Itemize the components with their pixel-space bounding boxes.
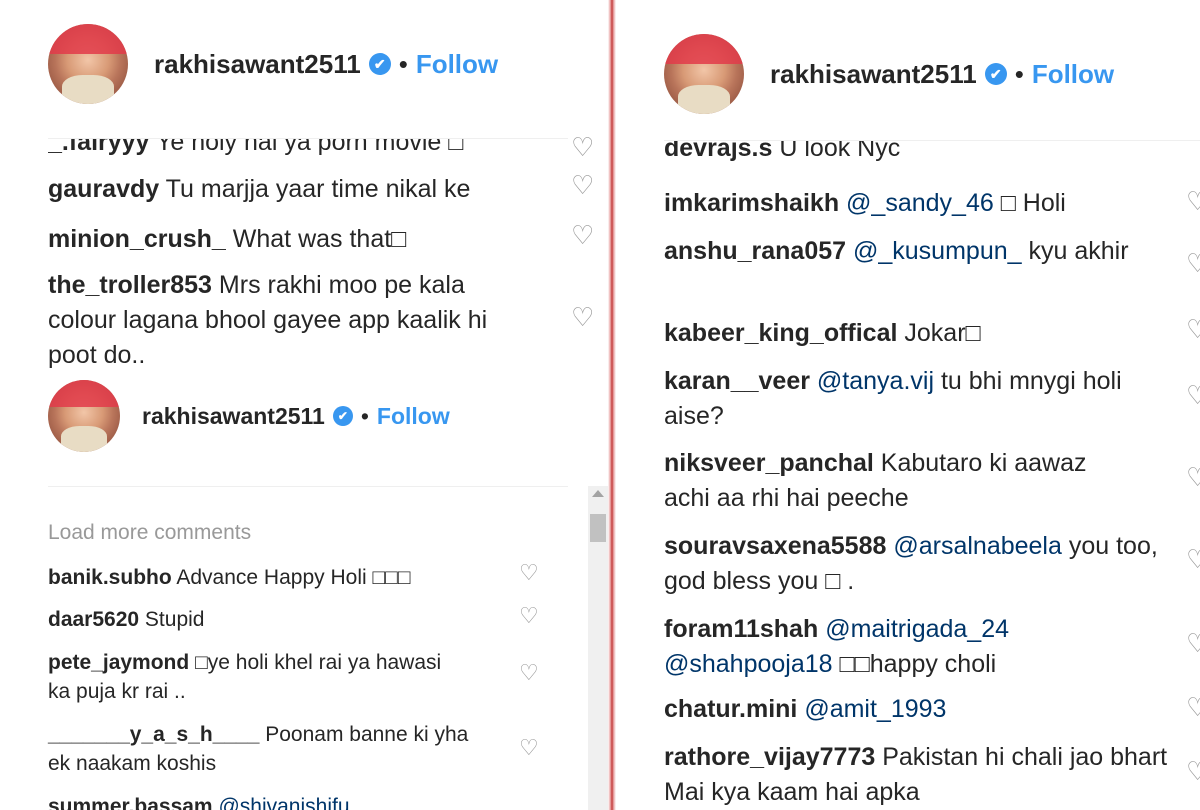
comment-text: kyu akhir <box>1028 237 1129 265</box>
comment-username[interactable]: chatur.mini <box>664 695 797 723</box>
comment-mention[interactable]: @_sandy_46 <box>846 189 994 217</box>
comment-username[interactable]: _______y_a_s_h____ <box>48 723 259 746</box>
comment-username[interactable]: pete_jaymond <box>48 651 189 674</box>
comment-mention[interactable]: @amit_1993 <box>804 695 946 723</box>
heart-icon[interactable]: ♡ <box>571 302 594 333</box>
comment-row: imkarimshaikh @_sandy_46 □ Holi <box>664 186 1174 221</box>
separator-dot: • <box>1014 58 1024 89</box>
comment-username[interactable]: imkarimshaikh <box>664 189 839 217</box>
scroll-up-arrow-icon[interactable] <box>592 490 604 497</box>
comment-text: Jokar□ <box>904 319 981 347</box>
heart-icon[interactable]: ♡ <box>1186 628 1200 659</box>
heart-icon[interactable]: ♡ <box>519 603 539 629</box>
comment-row: _.fairyyy Ye holy hai ya porn movie □ <box>48 139 568 159</box>
load-more-comments-link[interactable]: Load more comments <box>48 518 251 547</box>
comment-clip: devrajs.s U look Nyc <box>664 141 1200 165</box>
heart-icon[interactable]: ♡ <box>1186 186 1200 217</box>
image-divider <box>608 0 616 810</box>
comment-row: devrajs.s U look Nyc <box>664 141 1184 165</box>
comment-row: gauravdy Tu marjja yaar time nikal ke <box>48 172 558 207</box>
post-header: rakhisawant2511 ✔ • Follow <box>664 34 1114 114</box>
comment-username[interactable]: _.fairyyy <box>48 139 149 156</box>
heart-icon[interactable]: ♡ <box>1186 756 1200 787</box>
comment-row: niksveer_panchal Kabutaro ki aawaz achi … <box>664 446 1134 516</box>
follow-button[interactable]: Follow <box>377 403 450 430</box>
separator-dot: • <box>360 402 369 429</box>
comment-text: Tu marjja yaar time nikal ke <box>165 175 471 203</box>
heart-icon[interactable]: ♡ <box>1186 462 1200 493</box>
heart-icon[interactable]: ♡ <box>519 560 539 586</box>
comment-text: U look Nyc <box>779 141 901 162</box>
comment-row: daar5620 Stupid <box>48 605 498 634</box>
verified-badge-icon: ✔ <box>368 53 391 75</box>
verified-badge-icon: ✔ <box>332 406 353 426</box>
comment-text: □□happy choli <box>839 650 997 678</box>
avatar[interactable] <box>48 24 128 104</box>
heart-icon[interactable]: ♡ <box>571 132 594 163</box>
comment-row: rathore_vijay7773 Pakistan hi chali jao … <box>664 740 1184 810</box>
comment-username[interactable]: karan__veer <box>664 367 810 395</box>
comment-clip: _.fairyyy Ye holy hai ya porn movie □ <box>48 139 588 159</box>
comment-username[interactable]: daar5620 <box>48 608 139 631</box>
comment-text: □ Holi <box>1000 189 1066 217</box>
comment-row: chatur.mini @amit_1993 <box>664 692 1174 727</box>
comment-username[interactable]: souravsaxena5588 <box>664 532 886 560</box>
heart-icon[interactable]: ♡ <box>571 220 594 251</box>
comment-text: Advance Happy Holi □□□ <box>176 566 411 589</box>
comment-mention[interactable]: @arsalnabeela <box>893 532 1062 560</box>
follow-button[interactable]: Follow <box>416 49 498 80</box>
comment-row: souravsaxena5588 @arsalnabeela you too, … <box>664 529 1174 599</box>
comment-username[interactable]: anshu_rana057 <box>664 237 846 265</box>
heart-icon[interactable]: ♡ <box>519 660 539 686</box>
comment-row: the_troller853 Mrs rakhi moo pe kala col… <box>48 268 533 373</box>
heart-icon[interactable]: ♡ <box>1186 314 1200 345</box>
comment-row: foram11shah @maitrigada_24 @shahpooja18 … <box>664 612 1104 682</box>
comment-row: minion_crush_ What was that□ <box>48 222 558 257</box>
comment-username[interactable]: banik.subho <box>48 566 172 589</box>
right-screenshot-panel: rakhisawant2511 ✔ • Follow devrajs.s U l… <box>616 0 1200 810</box>
comment-row: karan__veer @tanya.vij tu bhi mnygi holi… <box>664 364 1134 434</box>
comment-text: Ye holy hai ya porn movie □ <box>155 139 464 156</box>
left-screenshot-panel: rakhisawant2511 ✔ • Follow _.fairyyy Ye … <box>0 0 608 810</box>
comment-row: pete_jaymond □ye holi khel rai ya hawasi… <box>48 648 468 707</box>
comment-row: banik.subho Advance Happy Holi □□□ <box>48 563 498 592</box>
comment-mention[interactable]: @_kusumpun_ <box>853 237 1022 265</box>
comment-username[interactable]: rathore_vijay7773 <box>664 743 875 771</box>
comment-row: summer.bassam @shivanishifu <box>48 792 498 810</box>
comment-username[interactable]: the_troller853 <box>48 271 212 299</box>
follow-button[interactable]: Follow <box>1032 59 1114 90</box>
comment-mention[interactable]: @tanya.vij <box>817 367 934 395</box>
comment-row: anshu_rana057 @_kusumpun_ kyu akhir <box>664 234 1134 269</box>
comment-username[interactable]: minion_crush_ <box>48 225 226 253</box>
heart-icon[interactable]: ♡ <box>1186 248 1200 279</box>
heart-icon[interactable]: ♡ <box>571 170 594 201</box>
heart-icon[interactable]: ♡ <box>519 735 539 761</box>
comment-username[interactable]: devrajs.s <box>664 141 772 162</box>
comment-username[interactable]: niksveer_panchal <box>664 449 874 477</box>
comment-row: kabeer_king_offical Jokar□ <box>664 316 1174 351</box>
username[interactable]: rakhisawant2511 <box>770 59 977 90</box>
comment-username[interactable]: summer.bassam <box>48 795 213 810</box>
comment-row: _______y_a_s_h____ Poonam banne ki yha e… <box>48 720 488 779</box>
avatar[interactable] <box>48 380 120 452</box>
post-header: rakhisawant2511 ✔ • Follow <box>48 380 450 452</box>
comment-text: Stupid <box>144 608 205 631</box>
comment-username[interactable]: kabeer_king_offical <box>664 319 897 347</box>
username[interactable]: rakhisawant2511 <box>154 49 361 80</box>
comment-username[interactable]: foram11shah <box>664 615 818 643</box>
post-header: rakhisawant2511 ✔ • Follow <box>48 24 498 104</box>
scrollbar-thumb[interactable] <box>590 514 606 542</box>
comment-mention[interactable]: @shivanishifu <box>218 795 349 810</box>
verified-badge-icon: ✔ <box>984 63 1007 85</box>
avatar[interactable] <box>664 34 744 114</box>
heart-icon[interactable]: ♡ <box>1186 544 1200 575</box>
separator-dot: • <box>398 48 408 79</box>
comment-text: What was that□ <box>232 225 407 253</box>
comment-username[interactable]: gauravdy <box>48 175 159 203</box>
heart-icon[interactable]: ♡ <box>1186 692 1200 723</box>
username[interactable]: rakhisawant2511 <box>142 403 325 430</box>
divider <box>48 486 568 487</box>
heart-icon[interactable]: ♡ <box>1186 380 1200 411</box>
